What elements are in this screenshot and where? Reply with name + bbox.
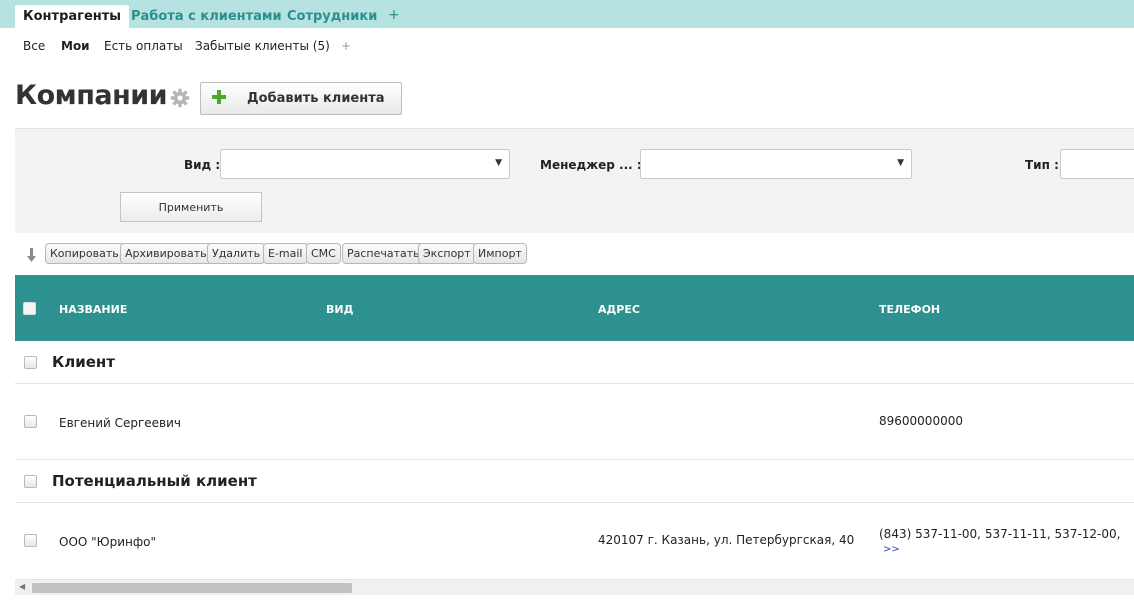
select-all-checkbox[interactable] — [23, 302, 36, 315]
apply-filter-button[interactable]: Применить — [120, 192, 262, 222]
group-title: Потенциальный клиент — [52, 472, 257, 490]
cell-phone: 89600000000 — [879, 414, 963, 428]
scrollbar-thumb[interactable] — [32, 583, 352, 593]
add-tab-button[interactable]: + — [388, 7, 400, 23]
sms-button[interactable]: СМС — [306, 243, 341, 264]
print-button[interactable]: Распечатать — [342, 243, 425, 264]
table-row[interactable]: ООО "Юринфо" 420107 г. Казань, ул. Петер… — [15, 503, 1134, 579]
tab-sotrudniki[interactable]: Сотрудники — [287, 5, 377, 28]
group-title: Клиент — [52, 353, 115, 371]
table-header: НАЗВАНИЕ ВИД АДРЕС ТЕЛЕФОН — [15, 275, 1134, 341]
filter-panel: Вид : ▼ Менеджер ... : ▼ Тип : Применить — [15, 128, 1134, 233]
column-vid[interactable]: ВИД — [326, 303, 353, 316]
tab-kontragenty[interactable]: Контрагенты — [15, 5, 130, 28]
chevron-down-icon: ▼ — [897, 158, 904, 168]
filter-manager-label: Менеджер ... : — [540, 158, 642, 172]
archive-button[interactable]: Архивировать — [120, 243, 212, 264]
filter-vid-label: Вид : — [184, 158, 221, 172]
table-row[interactable]: Евгений Сергеевич 89600000000 — [15, 384, 1134, 460]
sort-down-icon[interactable] — [24, 247, 38, 263]
copy-button[interactable]: Копировать — [45, 243, 124, 264]
import-button[interactable]: Импорт — [473, 243, 527, 264]
chevron-down-icon: ▼ — [495, 158, 502, 168]
export-button[interactable]: Экспорт — [418, 243, 476, 264]
subnav-forgotten-clients[interactable]: Забытые клиенты (5) — [195, 39, 330, 53]
group-row: Потенциальный клиент — [15, 460, 1134, 503]
add-client-button[interactable]: Добавить клиента — [200, 82, 402, 115]
subnav-mine[interactable]: Мои — [61, 39, 90, 53]
row-checkbox[interactable] — [24, 415, 37, 428]
column-address[interactable]: АДРЕС — [598, 303, 640, 316]
email-button[interactable]: E-mail — [263, 243, 308, 264]
group-checkbox[interactable] — [24, 356, 37, 369]
subnav-has-payments[interactable]: Есть оплаты — [104, 39, 183, 53]
column-phone[interactable]: ТЕЛЕФОН — [879, 303, 940, 316]
row-checkbox[interactable] — [24, 534, 37, 547]
filter-vid-select[interactable]: ▼ — [220, 149, 510, 179]
horizontal-scrollbar[interactable]: ◀ — [15, 579, 1134, 595]
cell-phone: (843) 537-11-00, 537-11-11, 537-12-00, — [879, 527, 1121, 541]
cell-address: 420107 г. Казань, ул. Петербургская, 40 — [598, 533, 855, 547]
add-client-label: Добавить клиента — [247, 91, 385, 106]
filter-type-label: Тип : — [1025, 158, 1059, 172]
phone-more-link[interactable]: >> — [883, 544, 900, 555]
top-tabs-bar: Контрагенты Работа с клиентами Сотрудник… — [0, 0, 1134, 28]
scroll-left-icon[interactable]: ◀ — [19, 582, 25, 591]
group-row: Клиент — [15, 341, 1134, 384]
plus-icon — [212, 90, 226, 104]
cell-name[interactable]: Евгений Сергеевич — [59, 416, 181, 430]
subnav-all[interactable]: Все — [23, 39, 45, 53]
cell-name[interactable]: ООО "Юринфо" — [59, 535, 156, 549]
column-name[interactable]: НАЗВАНИЕ — [59, 303, 127, 316]
group-checkbox[interactable] — [24, 475, 37, 488]
apply-filter-label: Применить — [158, 201, 224, 214]
filter-manager-select[interactable]: ▼ — [640, 149, 912, 179]
filter-type-select[interactable] — [1060, 149, 1134, 179]
gear-icon[interactable] — [170, 88, 190, 108]
tab-rabota-s-klientami[interactable]: Работа с клиентами — [131, 5, 282, 28]
subnav-add-button[interactable]: + — [341, 39, 351, 53]
delete-button[interactable]: Удалить — [207, 243, 266, 264]
page-title: Компании — [15, 80, 168, 111]
